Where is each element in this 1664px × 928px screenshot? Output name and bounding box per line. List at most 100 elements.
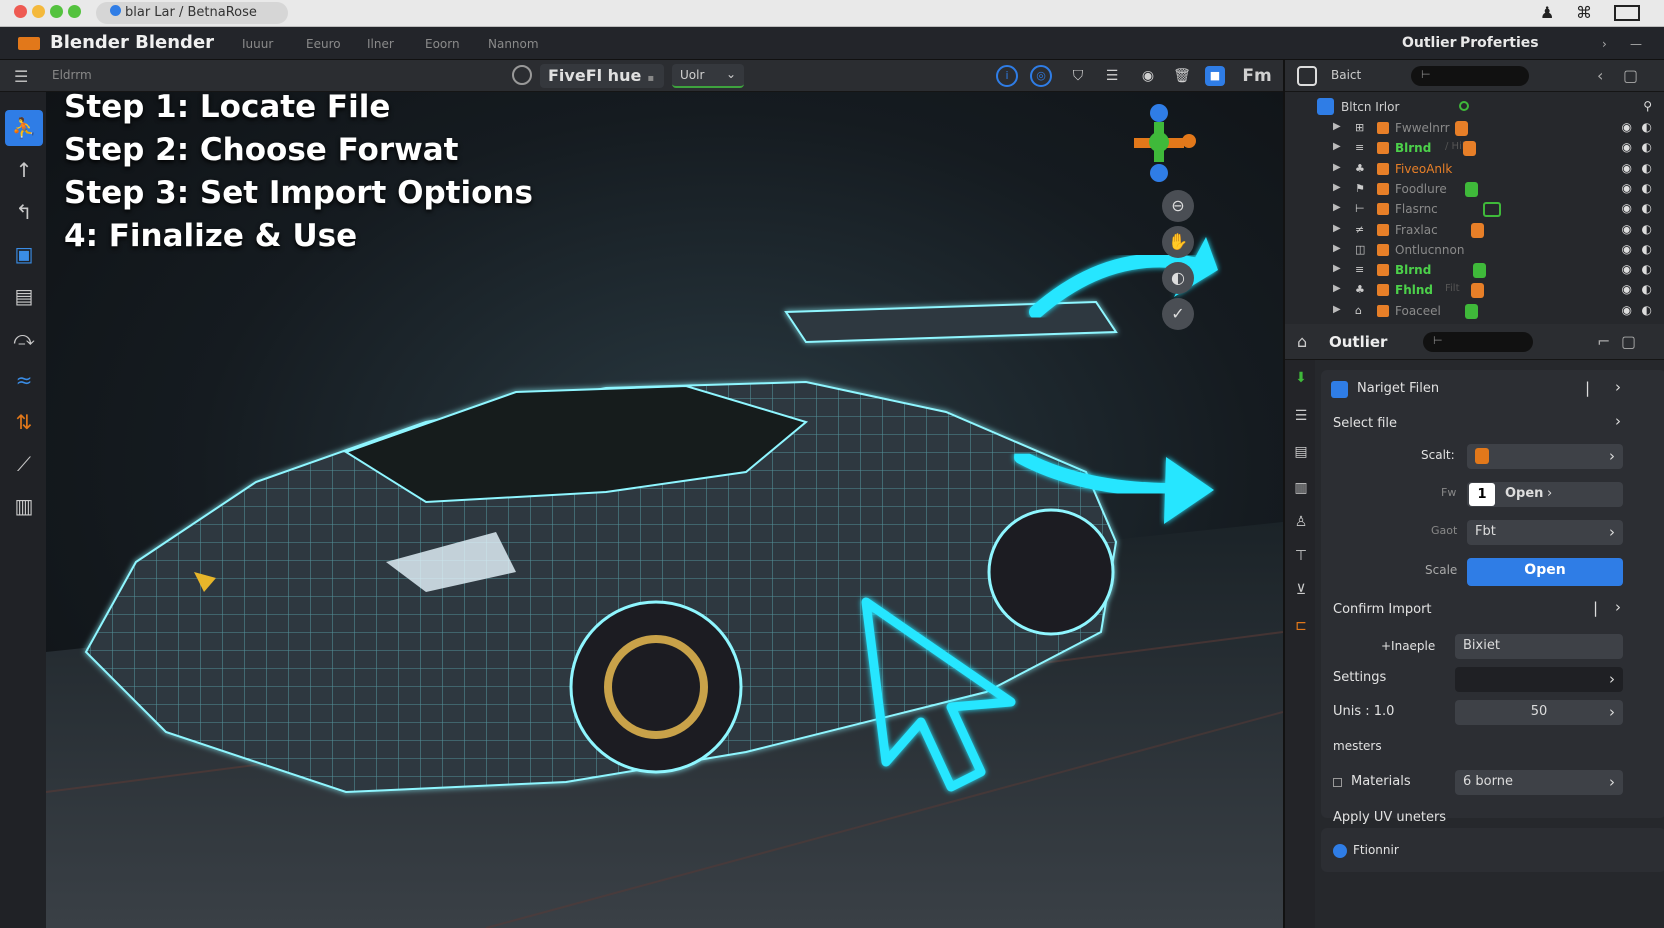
render-icon[interactable]: ◐ [1642,161,1652,175]
chevron-left-icon[interactable]: ‹ [1597,66,1603,85]
chevron-right-icon[interactable]: › [1602,37,1607,51]
mode-dropdown[interactable]: FiveFl hue ▪ [540,64,664,88]
apply-uv-label[interactable]: Apply UV uneters [1333,810,1446,825]
scene-collection-row[interactable]: Bltcn Irlor ⚲ [1285,97,1664,118]
settings-field[interactable]: › [1455,667,1623,692]
fullscreen-window-button[interactable] [68,5,81,18]
tab-output-icon[interactable]: ▤ [1291,444,1311,466]
confirm-import-label[interactable]: Confirm Import [1333,602,1432,617]
format-field[interactable]: Fbt › [1467,520,1623,545]
render-icon[interactable]: ◐ [1642,222,1652,236]
confirm-chevron-icon[interactable]: › [1615,598,1621,616]
expand-arrow-icon[interactable]: ▶ [1333,202,1341,213]
select-file-chevron-icon[interactable]: › [1615,412,1621,430]
ortho-icon[interactable]: ✓ [1162,298,1194,330]
hamburger-menu-icon[interactable]: ☰ [14,67,28,86]
menu-item-3[interactable]: Ilner [367,37,394,51]
panel-menu-icon[interactable]: ⌐ [1597,332,1610,351]
tool-measure-icon[interactable]: ⟋ [5,446,43,482]
panel-options-icon[interactable]: ▢ [1621,332,1636,351]
tool-annotate-icon[interactable]: ↰ [5,194,43,230]
render-icon[interactable]: ◐ [1642,242,1652,256]
expand-arrow-icon[interactable]: ▶ [1333,223,1341,234]
tool-rotate-icon[interactable]: ⤼ [5,320,43,356]
camera-view-icon[interactable]: ◐ [1162,262,1194,294]
minimize-icon[interactable]: — [1630,37,1642,51]
expand-arrow-icon[interactable]: ▶ [1333,304,1341,315]
tool-transform-icon[interactable]: ⇅ [5,404,43,440]
render-icon[interactable]: ◐ [1642,303,1652,317]
visibility-icon[interactable]: ◉ [1622,120,1632,134]
menu-item-2[interactable]: Eeuro [306,37,341,51]
tool-image-icon[interactable]: ▣ [5,236,43,272]
menu-item-4[interactable]: Eoorn [425,37,460,51]
properties-search-input[interactable]: ⊢ [1423,332,1533,352]
trash-icon[interactable]: 🗑 [1170,65,1194,87]
tab-scene-icon[interactable]: ♙ [1291,514,1311,536]
panel-expand-icon[interactable]: › [1615,378,1621,396]
outliner-row[interactable]: ▶ ≡ Blrnd ◉ ◐ [1285,260,1664,281]
scale-field[interactable]: › [1467,444,1623,469]
tab-object-icon[interactable]: ⊻ [1291,582,1311,604]
visibility-icon[interactable]: ◉ [1622,262,1632,276]
visibility-icon[interactable]: ◉ [1622,161,1632,175]
outliner-row[interactable]: ▶ ⌂ Foaceel ◉ ◐ [1285,301,1664,322]
tab-modifier-icon[interactable]: ⊏ [1291,618,1311,640]
info-icon[interactable]: i [996,65,1018,87]
render-icon[interactable]: ◐ [1642,120,1652,134]
lines-icon[interactable]: ☰ [1100,65,1124,87]
incerple-field[interactable]: Bixiet [1455,634,1623,659]
camera-icon[interactable]: ◉ [1136,65,1160,87]
visibility-icon[interactable]: ◉ [1622,242,1632,256]
outliner-row[interactable]: ▶ ⊞ Fwwelnrr ◉ ◐ [1285,118,1664,139]
open-button[interactable]: Open [1467,558,1623,586]
expand-arrow-icon[interactable]: ▶ [1333,182,1341,193]
visibility-icon[interactable]: ◉ [1622,181,1632,195]
materials-field[interactable]: 6 borne › [1455,770,1623,795]
globe-icon[interactable]: ◎ [1030,65,1052,87]
menu-item-1[interactable]: Iuuur [242,37,273,51]
visibility-icon[interactable]: ◉ [1622,303,1632,317]
tab-tool-icon[interactable]: ⬇ [1291,370,1311,392]
menu-item-5[interactable]: Nannom [488,37,539,51]
zoom-window-button[interactable] [50,5,63,18]
fm-button[interactable]: Fm [1240,65,1274,87]
settings-label[interactable]: Settings [1333,670,1386,685]
footer-label[interactable]: Ftionnir [1353,843,1399,857]
gizmo-z-axis[interactable] [1150,104,1168,122]
properties-editor-icon[interactable]: ⌂ [1297,332,1307,351]
expand-arrow-icon[interactable]: ▶ [1333,243,1341,254]
tool-move-icon[interactable]: ↑ [5,152,43,188]
visibility-icon[interactable]: ◉ [1622,222,1632,236]
close-window-button[interactable] [14,5,27,18]
outliner-row[interactable]: ▶ ⊢ Flasrnc ◉ ◐ [1285,199,1664,220]
expand-arrow-icon[interactable]: ▶ [1333,283,1341,294]
tool-select-icon[interactable]: ⛹ [5,110,43,146]
select-file-label[interactable]: Select file [1333,416,1397,431]
minimize-window-button[interactable] [32,5,45,18]
user-icon[interactable]: ♟ [1540,3,1554,22]
properties-label[interactable]: Proferties [1460,35,1539,51]
editor-type-label[interactable]: Eldrrm [52,68,92,82]
gizmo-x-axis[interactable] [1182,134,1196,148]
render-icon[interactable]: ◐ [1642,282,1652,296]
visibility-icon[interactable]: ◉ [1622,282,1632,296]
outliner-editor-icon[interactable] [1297,66,1317,86]
expand-arrow-icon[interactable]: ▶ [1333,263,1341,274]
wifi-icon[interactable]: ⌘ [1576,3,1592,22]
outliner-row[interactable]: ▶ ♣ FiveoAnlk ◉ ◐ [1285,159,1664,180]
select-dropdown[interactable]: Uolr ⌄ [672,64,744,88]
render-icon[interactable]: ◐ [1642,140,1652,154]
gizmo-neg-z-axis[interactable] [1150,164,1168,182]
window-icon[interactable] [1614,5,1640,21]
tool-add-icon[interactable]: ▥ [5,488,43,524]
materials-checkbox[interactable] [1333,778,1342,787]
pan-icon[interactable]: ✋ [1162,226,1194,258]
gizmo-center[interactable] [1149,132,1169,152]
shield-icon[interactable]: ⛉ [1066,65,1090,87]
expand-arrow-icon[interactable]: ▶ [1333,162,1341,173]
pin-icon[interactable]: ⚲ [1643,99,1652,113]
outliner-row[interactable]: ▶ ≠ Fraxlac ◉ ◐ [1285,220,1664,241]
outliner-row[interactable]: ▶ ⚑ Foodlure ◉ ◐ [1285,179,1664,200]
object-mode-icon[interactable] [512,65,532,85]
